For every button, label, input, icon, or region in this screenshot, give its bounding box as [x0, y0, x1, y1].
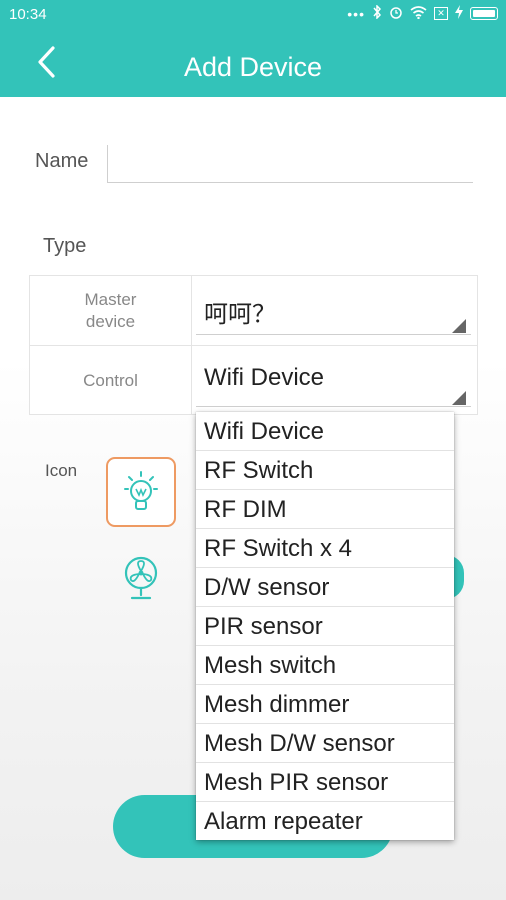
control-label: Control: [83, 371, 138, 390]
master-device-underline: [196, 334, 471, 335]
master-device-label: Master device: [84, 290, 137, 331]
dropdown-option[interactable]: PIR sensor: [196, 607, 454, 646]
status-time: 10:34: [9, 6, 47, 23]
dropdown-corner-icon: [452, 391, 466, 405]
fan-icon: [124, 556, 158, 600]
name-input[interactable]: [107, 145, 473, 183]
dropdown-option[interactable]: Alarm repeater: [196, 802, 454, 841]
wifi-icon: [410, 5, 427, 22]
type-table: Master device 呵呵？ Control Wifi Device: [29, 275, 478, 415]
alarm-icon: [389, 5, 403, 22]
master-device-select[interactable]: 呵呵？: [204, 294, 276, 329]
name-label: Name: [35, 150, 89, 172]
control-select[interactable]: Wifi Device: [204, 364, 324, 392]
control-underline: [196, 406, 471, 407]
sim-x-icon: ✕: [434, 7, 448, 20]
icon-label: Icon: [45, 461, 78, 480]
light-bulb-icon: [124, 471, 158, 510]
bluetooth-icon: [372, 4, 382, 22]
more-dots-icon: •••: [347, 5, 365, 22]
dropdown-option[interactable]: Mesh switch: [196, 646, 454, 685]
status-bar: 10:34 ••• ✕: [0, 0, 506, 30]
charging-icon: [455, 5, 463, 22]
status-icons: ••• ✕: [347, 4, 498, 22]
icon-option-bulb[interactable]: [106, 457, 176, 527]
row-divider: [30, 345, 477, 346]
control-dropdown-list: Wifi Device RF Switch RF DIM RF Switch x…: [196, 412, 454, 840]
dropdown-corner-icon: [452, 319, 466, 333]
icon-option-fan[interactable]: [121, 555, 161, 601]
dropdown-option[interactable]: Mesh dimmer: [196, 685, 454, 724]
dropdown-option[interactable]: RF Switch x 4: [196, 529, 454, 568]
dropdown-option[interactable]: Mesh D/W sensor: [196, 724, 454, 763]
dropdown-option[interactable]: D/W sensor: [196, 568, 454, 607]
type-label: Type: [43, 235, 87, 257]
dropdown-option[interactable]: RF DIM: [196, 490, 454, 529]
dropdown-option[interactable]: Mesh PIR sensor: [196, 763, 454, 802]
battery-icon: [470, 7, 498, 20]
page-title: Add Device: [183, 52, 323, 82]
column-divider: [191, 276, 192, 414]
dropdown-option[interactable]: Wifi Device: [196, 412, 454, 451]
dropdown-option[interactable]: RF Switch: [196, 451, 454, 490]
